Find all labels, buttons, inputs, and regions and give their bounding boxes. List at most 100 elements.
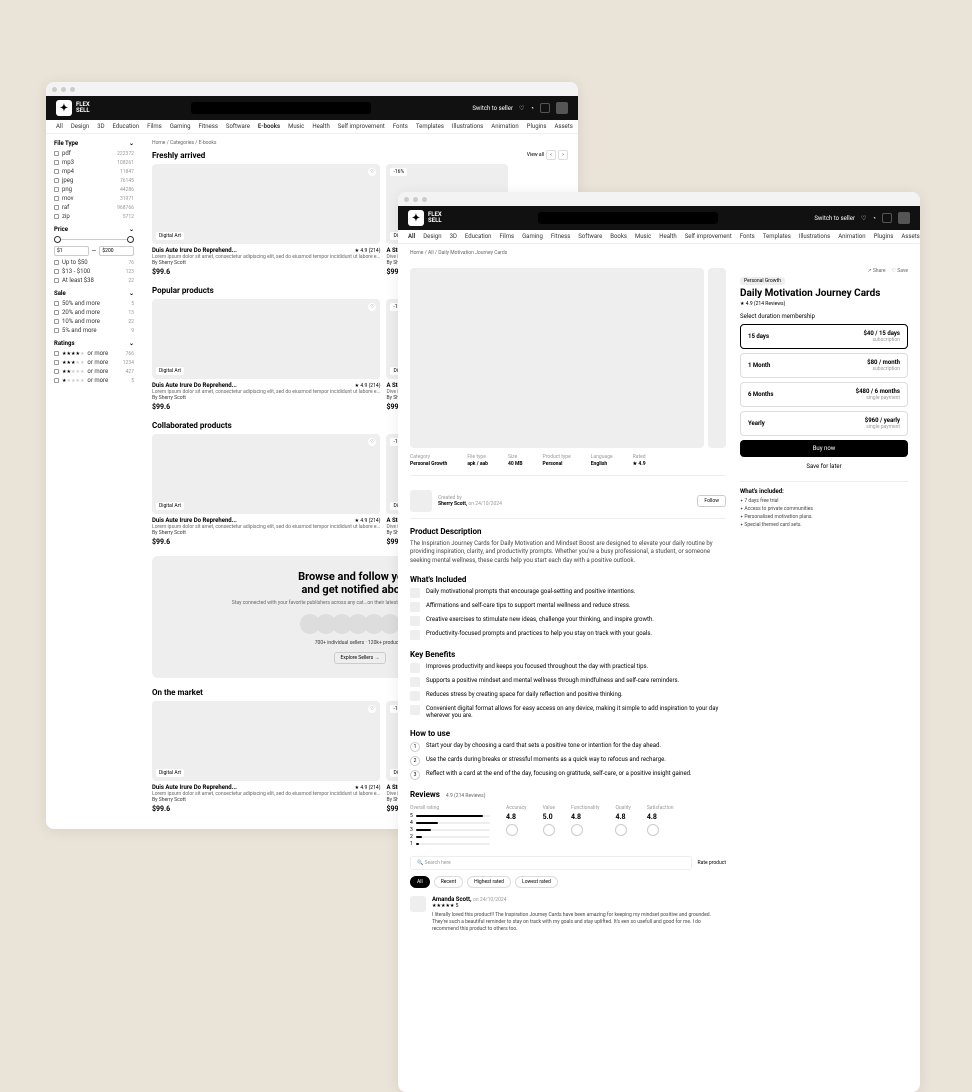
filter-option[interactable]: 20% and more13	[54, 309, 134, 316]
heart-icon[interactable]: ♡	[861, 215, 866, 222]
nav-item[interactable]: E-books	[258, 123, 280, 130]
product-card[interactable]: ♡Digital ArtDuis Aute Irure Do Reprehend…	[152, 164, 380, 276]
search-input[interactable]	[191, 102, 371, 114]
nav-item[interactable]: Plugins	[874, 233, 894, 240]
nav-item[interactable]: Films	[147, 123, 162, 130]
chevron-down-icon[interactable]: ⌄	[129, 340, 134, 347]
grid-icon[interactable]	[540, 103, 550, 113]
heart-icon[interactable]: ♡	[519, 105, 524, 112]
filter-option[interactable]: png44286	[54, 186, 134, 193]
avatar[interactable]	[556, 102, 568, 114]
heart-icon[interactable]: ♡	[368, 438, 376, 446]
filter-option[interactable]: ★★★★★or more1234	[54, 359, 134, 366]
nav-item[interactable]: Self improvement	[685, 233, 732, 240]
avatar[interactable]	[898, 212, 910, 224]
share-link[interactable]: ↗ Share	[867, 268, 885, 274]
review-search-input[interactable]: 🔍 Search here	[410, 856, 692, 870]
filter-option[interactable]: raf968766	[54, 204, 134, 211]
nav-item[interactable]: 3D	[97, 123, 104, 130]
chevron-down-icon[interactable]: ⌄	[129, 226, 134, 233]
filter-option[interactable]: 10% and more22	[54, 318, 134, 325]
filter-chip[interactable]: Lowest rated	[515, 876, 558, 888]
save-later-button[interactable]: Save for later	[740, 460, 908, 473]
nav-item[interactable]: Assets	[901, 233, 919, 240]
nav-item[interactable]: Design	[71, 123, 89, 130]
logo[interactable]: ✦FLEXSELL	[56, 100, 90, 116]
switch-seller-link[interactable]: Switch to seller	[472, 105, 513, 112]
nav-item[interactable]: Education	[465, 233, 492, 240]
product-card[interactable]: ♡Digital ArtDuis Aute Irure Do Reprehend…	[152, 701, 380, 813]
price-min-input[interactable]: $1	[54, 246, 89, 256]
filter-option[interactable]: 5% and more9	[54, 327, 134, 334]
nav-item[interactable]: Music	[288, 123, 304, 130]
nav-item[interactable]: Fitness	[198, 123, 217, 130]
filter-option[interactable]: mov31971	[54, 195, 134, 202]
filter-option[interactable]: At least $3822	[54, 277, 134, 284]
nav-item[interactable]: Animation	[491, 123, 518, 130]
heart-icon[interactable]: ♡	[368, 303, 376, 311]
membership-option[interactable]: 6 Months$480 / 6 monthssingle payment	[740, 382, 908, 407]
nav-item[interactable]: Education	[113, 123, 140, 130]
nav-item[interactable]: Films	[500, 233, 515, 240]
search-input[interactable]	[538, 212, 718, 224]
chevron-down-icon[interactable]: ⌄	[129, 290, 134, 297]
nav-item[interactable]: Health	[312, 123, 329, 130]
nav-item[interactable]: Music	[635, 233, 651, 240]
nav-item[interactable]: Illustrations	[799, 233, 830, 240]
product-card[interactable]: ♡Digital ArtDuis Aute Irure Do Reprehend…	[152, 434, 380, 546]
price-max-input[interactable]: $200	[99, 246, 134, 256]
nav-item[interactable]: 3D	[450, 233, 457, 240]
filter-chip[interactable]: All	[410, 876, 430, 888]
filter-option[interactable]: Up to $5076	[54, 259, 134, 266]
nav-item[interactable]: Gaming	[170, 123, 191, 130]
filter-option[interactable]: ★★★★★or more766	[54, 350, 134, 357]
grid-icon[interactable]	[882, 213, 892, 223]
nav-item[interactable]: Software	[226, 123, 250, 130]
nav-item[interactable]: Templates	[416, 123, 444, 130]
nav-item[interactable]: Fonts	[393, 123, 408, 130]
filter-option[interactable]: $13 - $100123	[54, 268, 134, 275]
nav-item[interactable]: Gaming	[522, 233, 543, 240]
filter-option[interactable]: pdf222372	[54, 150, 134, 157]
membership-option[interactable]: 1 Month$80 / monthsubscription	[740, 353, 908, 378]
view-all-link[interactable]: View all	[527, 152, 544, 158]
nav-item[interactable]: Books	[610, 233, 627, 240]
prev-button[interactable]: ‹	[546, 150, 556, 160]
rate-product-link[interactable]: Rate product	[698, 860, 726, 866]
membership-option[interactable]: 15 days$40 / 15 dayssubscription	[740, 324, 908, 349]
nav-item[interactable]: All	[408, 233, 415, 240]
filter-option[interactable]: 50% and more5	[54, 300, 134, 307]
explore-sellers-button[interactable]: Explore Sellers →	[334, 652, 387, 664]
next-button[interactable]: ›	[558, 150, 568, 160]
buy-now-button[interactable]: Buy now	[740, 440, 908, 457]
product-card[interactable]: ♡Digital ArtDuis Aute Irure Do Reprehend…	[152, 299, 380, 411]
follow-button[interactable]: Follow	[697, 495, 726, 507]
switch-seller-link[interactable]: Switch to seller	[814, 215, 855, 222]
nav-item[interactable]: All	[56, 123, 63, 130]
nav-item[interactable]: Software	[578, 233, 602, 240]
nav-item[interactable]: Assets	[554, 123, 572, 130]
gallery-main-image[interactable]	[410, 268, 704, 448]
save-link[interactable]: ♡ Save	[892, 268, 908, 274]
filter-option[interactable]: ★★★★★or more427	[54, 368, 134, 375]
logo[interactable]: ✦FLEXSELL	[408, 210, 442, 226]
heart-icon[interactable]: ♡	[368, 168, 376, 176]
bell-icon[interactable]: ◔	[530, 105, 534, 112]
filter-chip[interactable]: Recent	[434, 876, 463, 888]
filter-option[interactable]: mp411847	[54, 168, 134, 175]
nav-item[interactable]: Templates	[763, 233, 791, 240]
nav-item[interactable]: Fitness	[551, 233, 570, 240]
filter-option[interactable]: ★★★★★or more5	[54, 377, 134, 384]
heart-icon[interactable]: ♡	[368, 705, 376, 713]
bell-icon[interactable]: ◔	[872, 215, 876, 222]
filter-option[interactable]: zip5712	[54, 213, 134, 220]
nav-item[interactable]: Health	[659, 233, 676, 240]
filter-option[interactable]: mp3108261	[54, 159, 134, 166]
nav-item[interactable]: Fonts	[740, 233, 755, 240]
nav-item[interactable]: Animation	[838, 233, 865, 240]
price-slider[interactable]	[54, 236, 134, 244]
chevron-down-icon[interactable]: ⌄	[129, 140, 134, 147]
creator-avatar[interactable]	[410, 490, 432, 512]
membership-option[interactable]: Yearly$960 / yearlysingle payment	[740, 411, 908, 436]
nav-item[interactable]: Illustrations	[452, 123, 483, 130]
